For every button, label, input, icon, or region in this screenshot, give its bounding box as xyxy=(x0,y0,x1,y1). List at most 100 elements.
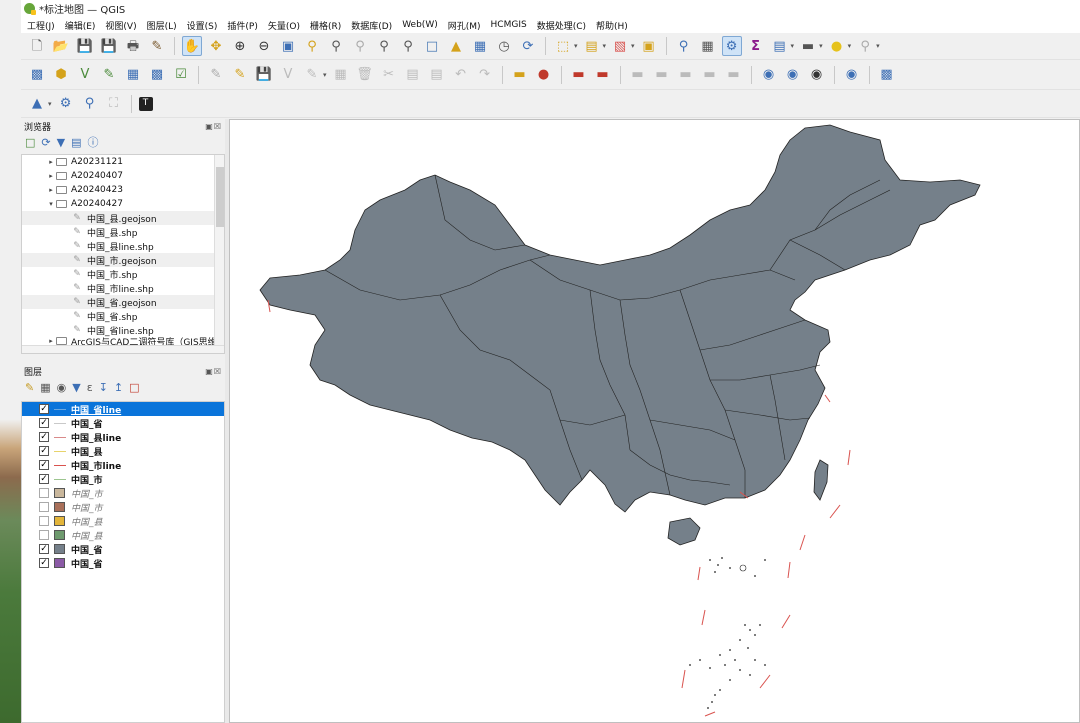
add-selected-icon[interactable]: □ xyxy=(25,136,35,149)
new-project-icon[interactable]: 🗋 xyxy=(27,36,47,56)
layer-item[interactable]: 中国_市 xyxy=(22,486,224,500)
move-label-icon[interactable]: ▬ xyxy=(652,65,672,85)
field-calc-icon[interactable]: ▦ xyxy=(698,36,718,56)
delete-icon[interactable]: 🗑 xyxy=(355,65,375,85)
layer-visibility-checkbox[interactable] xyxy=(39,488,49,498)
zoom-out-icon[interactable]: ⊖ xyxy=(254,36,274,56)
layer-visibility-checkbox[interactable]: ✓ xyxy=(39,418,49,428)
layer-visibility-checkbox[interactable]: ✓ xyxy=(39,558,49,568)
dropdown-arrow-icon[interactable]: ▾ xyxy=(48,100,52,108)
tree-item-folder[interactable]: ▸ ArcGIS与CAD二调符号库（GIS思维 xyxy=(22,337,224,345)
copy-icon[interactable]: ▤ xyxy=(403,65,423,85)
python-icon[interactable]: ◉ xyxy=(842,65,862,85)
annotation-icon[interactable]: ● xyxy=(827,36,847,56)
tree-item-file[interactable]: ✎ 中国_省.geojson xyxy=(22,295,224,309)
tree-item-file[interactable]: ✎ 中国_市.geojson xyxy=(22,253,224,267)
layer-item[interactable]: 中国_市 xyxy=(22,500,224,514)
frame-icon[interactable]: ⛶ xyxy=(104,94,124,114)
measure-icon[interactable]: ▬ xyxy=(798,36,818,56)
tree-item-folder[interactable]: ▸ A20240423 xyxy=(22,183,224,197)
menu-mesh[interactable]: 网孔(M) xyxy=(448,19,481,32)
pin-label-icon[interactable]: ▬ xyxy=(593,65,613,85)
show-labels-icon[interactable]: ▬ xyxy=(628,65,648,85)
settings-gear-icon[interactable]: ⚙ xyxy=(56,94,76,114)
refresh-icon[interactable]: ⟳ xyxy=(41,136,50,149)
menu-edit[interactable]: 编辑(E) xyxy=(65,19,96,32)
filter-expression-icon[interactable]: ε xyxy=(87,381,93,394)
menu-hcmgis[interactable]: HCMGIS xyxy=(491,20,527,30)
layer-item[interactable]: 中国_县 xyxy=(22,528,224,542)
menu-database[interactable]: 数据库(D) xyxy=(351,19,392,32)
cut-icon[interactable]: ✂ xyxy=(379,65,399,85)
tree-item-file[interactable]: ✎ 中国_县.shp xyxy=(22,225,224,239)
menu-processing[interactable]: 数据处理(C) xyxy=(537,19,586,32)
diagram-icon[interactable]: ▬ xyxy=(569,65,589,85)
vertex-tool-icon[interactable]: ▦ xyxy=(331,65,351,85)
zoom-in-icon[interactable]: ⊕ xyxy=(230,36,250,56)
tree-item-file[interactable]: ✎ 中国_省line.shp xyxy=(22,323,224,337)
expand-arrow-icon[interactable]: ▸ xyxy=(46,186,56,194)
select-feature-icon[interactable]: ⬚ xyxy=(553,36,573,56)
zoom-selection-icon[interactable]: ⚲ xyxy=(302,36,322,56)
zoom-next-icon[interactable]: ⚲ xyxy=(398,36,418,56)
layer-visibility-checkbox[interactable]: ✓ xyxy=(39,474,49,484)
change-label-icon[interactable]: ▬ xyxy=(724,65,744,85)
layer-visibility-checkbox[interactable]: ✓ xyxy=(39,404,49,414)
dropdown-arrow-icon[interactable]: ▾ xyxy=(819,42,823,50)
zoom-last-icon[interactable]: ⚲ xyxy=(374,36,394,56)
layer-item[interactable]: ✓ 中国_市line xyxy=(22,458,224,472)
panel-float-close-icon[interactable]: ▣☒ xyxy=(205,122,222,131)
menu-layer[interactable]: 图层(L) xyxy=(147,19,177,32)
select-feature-icon[interactable]: ▣ xyxy=(639,36,659,56)
dropdown-arrow-icon[interactable]: ▾ xyxy=(603,42,607,50)
globe-icon[interactable]: ◉ xyxy=(759,65,779,85)
layer-styling-icon[interactable]: ▲ xyxy=(27,94,47,114)
add-vector-icon[interactable]: ⬢ xyxy=(51,65,71,85)
layer-visibility-checkbox[interactable]: ✓ xyxy=(39,432,49,442)
layer-visibility-checkbox[interactable]: ✓ xyxy=(39,544,49,554)
menu-web[interactable]: Web(W) xyxy=(402,20,438,30)
menu-vector[interactable]: 矢量(O) xyxy=(268,19,300,32)
undo-icon[interactable]: ↶ xyxy=(451,65,471,85)
browser-horizontal-scrollbar[interactable] xyxy=(22,345,224,353)
pan-hand-icon[interactable]: ✋ xyxy=(182,36,202,56)
expand-arrow-icon[interactable]: ▸ xyxy=(46,337,56,345)
layer-item[interactable]: ✓ 中国_省 xyxy=(22,416,224,430)
layer-visibility-checkbox[interactable] xyxy=(39,502,49,512)
menu-project[interactable]: 工程(J) xyxy=(27,19,55,32)
expand-arrow-icon[interactable]: ▸ xyxy=(46,158,56,166)
save-edits-icon[interactable]: 💾 xyxy=(254,65,274,85)
remove-layer-icon[interactable]: □ xyxy=(129,381,139,394)
attribute-table-icon[interactable]: ▤ xyxy=(582,36,602,56)
tree-item-folder[interactable]: ▸ A20240407 xyxy=(22,169,224,183)
temporal-icon[interactable]: ▦ xyxy=(470,36,490,56)
expand-all-icon[interactable]: ↧ xyxy=(99,381,108,394)
menu-help[interactable]: 帮助(H) xyxy=(596,19,628,32)
layer-item[interactable]: ✓ 中国_县line xyxy=(22,430,224,444)
tree-item-file[interactable]: ✎ 中国_县line.shp xyxy=(22,239,224,253)
print-layout-icon[interactable]: 🖶 xyxy=(123,36,143,56)
dropdown-arrow-icon[interactable]: ▾ xyxy=(574,42,578,50)
add-layer-icon[interactable]: ☑ xyxy=(171,65,191,85)
toggle-edit-icon[interactable]: ✎ xyxy=(230,65,250,85)
tree-item-file[interactable]: ✎ 中国_市line.shp xyxy=(22,281,224,295)
locator-icon[interactable]: ⚲ xyxy=(855,36,875,56)
panel-float-close-icon[interactable]: ▣☒ xyxy=(205,367,222,376)
identify-icon[interactable]: ⚲ xyxy=(674,36,694,56)
layer-visibility-checkbox[interactable] xyxy=(39,530,49,540)
zoom-layer-icon[interactable]: ⚲ xyxy=(326,36,346,56)
layer-item[interactable]: 中国_县 xyxy=(22,514,224,528)
pan-to-selection-icon[interactable]: ✥ xyxy=(206,36,226,56)
menu-view[interactable]: 视图(V) xyxy=(105,19,136,32)
search-icon[interactable]: ⚲ xyxy=(80,94,100,114)
menu-raster[interactable]: 栅格(R) xyxy=(310,19,341,32)
globe-icon[interactable]: ◉ xyxy=(783,65,803,85)
add-group-icon[interactable]: ▦ xyxy=(40,381,50,394)
info-icon[interactable]: ⓘ xyxy=(88,134,99,150)
digitize-icon[interactable]: V xyxy=(278,65,298,85)
label-icon[interactable]: ▬ xyxy=(510,65,530,85)
dropdown-arrow-icon[interactable]: ▾ xyxy=(791,42,795,50)
redo-icon[interactable]: ↷ xyxy=(475,65,495,85)
tree-item-folder[interactable]: ▾ A20240427 xyxy=(22,197,224,211)
change-label-icon[interactable]: ▬ xyxy=(700,65,720,85)
